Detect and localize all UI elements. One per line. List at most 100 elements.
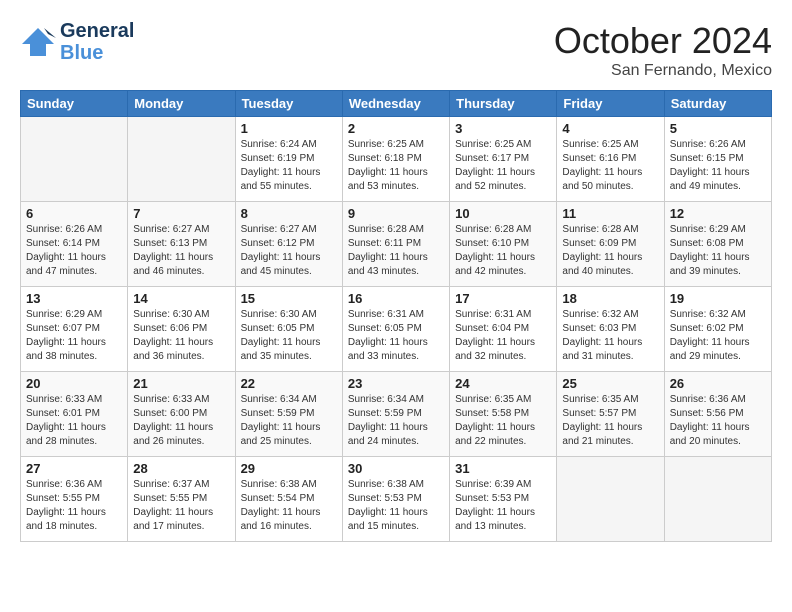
calendar-cell: 4Sunrise: 6:25 AMSunset: 6:16 PMDaylight… [557, 117, 664, 202]
logo-icon [20, 24, 56, 60]
week-row-3: 13Sunrise: 6:29 AMSunset: 6:07 PMDayligh… [21, 287, 772, 372]
calendar-cell: 1 Sunrise: 6:24 AMSunset: 6:19 PMDaylight… [235, 117, 342, 202]
week-row-2: 6 Sunrise: 6:26 AMSunset: 6:14 PMDaylight… [21, 202, 772, 287]
day-info: Sunrise: 6:32 AMSunset: 6:02 PMDaylight:… [670, 308, 766, 364]
calendar-cell: 27 Sunrise: 6:36 AMSunset: 5:55 PMDayligh… [21, 457, 128, 542]
calendar-cell: 5 Sunrise: 6:26 AMSunset: 6:15 PMDaylight… [664, 117, 771, 202]
day-info: Sunrise: 6:26 AMSunset: 6:15 PMDaylight:… [670, 138, 766, 194]
day-number: 9 [348, 206, 444, 221]
calendar-cell: 25 Sunrise: 6:35 AMSunset: 5:57 PMDayligh… [557, 372, 664, 457]
calendar-cell: 3Sunrise: 6:25 AMSunset: 6:17 PMDaylight… [450, 117, 557, 202]
calendar-cell: 8 Sunrise: 6:27 AMSunset: 6:12 PMDaylight… [235, 202, 342, 287]
day-info: Sunrise: 6:24 AMSunset: 6:19 PMDaylight:… [241, 138, 337, 194]
day-info: Sunrise: 6:30 AMSunset: 6:05 PMDaylight:… [241, 308, 337, 364]
day-number: 27 [26, 461, 122, 476]
day-number: 21 [133, 376, 229, 391]
day-info: Sunrise: 6:25 AMSunset: 6:18 PMDaylight:… [348, 138, 444, 194]
day-number: 5 [670, 121, 766, 136]
calendar-cell: 29 Sunrise: 6:38 AMSunset: 5:54 PMDayligh… [235, 457, 342, 542]
day-number: 4 [562, 121, 658, 136]
day-info: Sunrise: 6:34 AMSunset: 5:59 PMDaylight:… [241, 393, 337, 449]
week-row-1: 1 Sunrise: 6:24 AMSunset: 6:19 PMDaylight… [21, 117, 772, 202]
day-info: Sunrise: 6:35 AMSunset: 5:58 PMDaylight:… [455, 393, 551, 449]
calendar-cell: 9Sunrise: 6:28 AMSunset: 6:11 PMDaylight… [342, 202, 449, 287]
calendar-cell: 22 Sunrise: 6:34 AMSunset: 5:59 PMDayligh… [235, 372, 342, 457]
calendar-cell: 23Sunrise: 6:34 AMSunset: 5:59 PMDayligh… [342, 372, 449, 457]
day-info: Sunrise: 6:28 AMSunset: 6:10 PMDaylight:… [455, 223, 551, 279]
day-number: 16 [348, 291, 444, 306]
calendar-cell: 7Sunrise: 6:27 AMSunset: 6:13 PMDaylight… [128, 202, 235, 287]
calendar-cell [664, 457, 771, 542]
day-info: Sunrise: 6:37 AMSunset: 5:55 PMDaylight:… [133, 478, 229, 534]
calendar-cell [21, 117, 128, 202]
day-info: Sunrise: 6:32 AMSunset: 6:03 PMDaylight:… [562, 308, 658, 364]
day-info: Sunrise: 6:36 AMSunset: 5:55 PMDaylight:… [26, 478, 122, 534]
day-info: Sunrise: 6:38 AMSunset: 5:54 PMDaylight:… [241, 478, 337, 534]
calendar-cell: 18Sunrise: 6:32 AMSunset: 6:03 PMDayligh… [557, 287, 664, 372]
day-info: Sunrise: 6:30 AMSunset: 6:06 PMDaylight:… [133, 308, 229, 364]
week-row-4: 20 Sunrise: 6:33 AMSunset: 6:01 PMDayligh… [21, 372, 772, 457]
calendar-cell: 30Sunrise: 6:38 AMSunset: 5:53 PMDayligh… [342, 457, 449, 542]
day-info: Sunrise: 6:27 AMSunset: 6:12 PMDaylight:… [241, 223, 337, 279]
day-number: 29 [241, 461, 337, 476]
day-number: 14 [133, 291, 229, 306]
header-day-saturday: Saturday [664, 91, 771, 117]
week-row-5: 27 Sunrise: 6:36 AMSunset: 5:55 PMDayligh… [21, 457, 772, 542]
calendar-cell: 12 Sunrise: 6:29 AMSunset: 6:08 PMDayligh… [664, 202, 771, 287]
day-info: Sunrise: 6:35 AMSunset: 5:57 PMDaylight:… [562, 393, 658, 449]
day-number: 2 [348, 121, 444, 136]
day-number: 22 [241, 376, 337, 391]
calendar-cell: 11 Sunrise: 6:28 AMSunset: 6:09 PMDayligh… [557, 202, 664, 287]
day-number: 12 [670, 206, 766, 221]
day-number: 1 [241, 121, 337, 136]
calendar-cell: 31Sunrise: 6:39 AMSunset: 5:53 PMDayligh… [450, 457, 557, 542]
day-info: Sunrise: 6:25 AMSunset: 6:17 PMDaylight:… [455, 138, 551, 194]
calendar-cell: 15Sunrise: 6:30 AMSunset: 6:05 PMDayligh… [235, 287, 342, 372]
header-day-friday: Friday [557, 91, 664, 117]
day-info: Sunrise: 6:29 AMSunset: 6:08 PMDaylight:… [670, 223, 766, 279]
calendar-table: SundayMondayTuesdayWednesdayThursdayFrid… [20, 90, 772, 542]
day-info: Sunrise: 6:26 AMSunset: 6:14 PMDaylight:… [26, 223, 122, 279]
day-number: 23 [348, 376, 444, 391]
header-day-wednesday: Wednesday [342, 91, 449, 117]
page-header: General Blue October 2024 San Fernando, … [20, 20, 772, 80]
calendar-cell: 19 Sunrise: 6:32 AMSunset: 6:02 PMDayligh… [664, 287, 771, 372]
day-info: Sunrise: 6:31 AMSunset: 6:05 PMDaylight:… [348, 308, 444, 364]
calendar-cell: 17Sunrise: 6:31 AMSunset: 6:04 PMDayligh… [450, 287, 557, 372]
day-number: 19 [670, 291, 766, 306]
day-info: Sunrise: 6:28 AMSunset: 6:09 PMDaylight:… [562, 223, 658, 279]
logo: General Blue [20, 20, 134, 64]
day-number: 25 [562, 376, 658, 391]
header-day-monday: Monday [128, 91, 235, 117]
day-number: 11 [562, 206, 658, 221]
calendar-cell: 6 Sunrise: 6:26 AMSunset: 6:14 PMDaylight… [21, 202, 128, 287]
calendar-cell: 10 Sunrise: 6:28 AMSunset: 6:10 PMDayligh… [450, 202, 557, 287]
day-info: Sunrise: 6:27 AMSunset: 6:13 PMDaylight:… [133, 223, 229, 279]
day-number: 8 [241, 206, 337, 221]
logo-text: General Blue [60, 20, 134, 64]
day-number: 28 [133, 461, 229, 476]
month-title: October 2024 [554, 20, 772, 62]
header-day-tuesday: Tuesday [235, 91, 342, 117]
title-section: October 2024 San Fernando, Mexico [554, 20, 772, 80]
day-number: 20 [26, 376, 122, 391]
header-row: SundayMondayTuesdayWednesdayThursdayFrid… [21, 91, 772, 117]
day-number: 30 [348, 461, 444, 476]
day-info: Sunrise: 6:33 AMSunset: 6:01 PMDaylight:… [26, 393, 122, 449]
calendar-cell: 16 Sunrise: 6:31 AMSunset: 6:05 PMDayligh… [342, 287, 449, 372]
day-number: 26 [670, 376, 766, 391]
location: San Fernando, Mexico [554, 62, 772, 80]
header-day-thursday: Thursday [450, 91, 557, 117]
day-info: Sunrise: 6:29 AMSunset: 6:07 PMDaylight:… [26, 308, 122, 364]
day-number: 10 [455, 206, 551, 221]
calendar-cell [557, 457, 664, 542]
day-info: Sunrise: 6:36 AMSunset: 5:56 PMDaylight:… [670, 393, 766, 449]
day-number: 24 [455, 376, 551, 391]
day-info: Sunrise: 6:39 AMSunset: 5:53 PMDaylight:… [455, 478, 551, 534]
day-number: 17 [455, 291, 551, 306]
header-day-sunday: Sunday [21, 91, 128, 117]
day-number: 6 [26, 206, 122, 221]
calendar-cell [128, 117, 235, 202]
calendar-cell: 24 Sunrise: 6:35 AMSunset: 5:58 PMDayligh… [450, 372, 557, 457]
calendar-cell: 28 Sunrise: 6:37 AMSunset: 5:55 PMDayligh… [128, 457, 235, 542]
